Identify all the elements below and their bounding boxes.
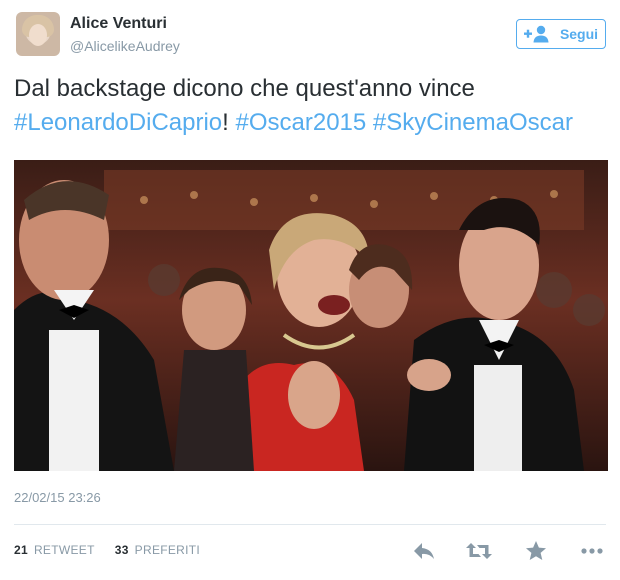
follow-button[interactable]: Segui	[516, 19, 606, 49]
tweet-exclamation: !	[222, 109, 229, 136]
retweets-label[interactable]: RETWEET	[34, 543, 95, 557]
retweets-count[interactable]: 21	[14, 543, 28, 557]
more-icon	[581, 548, 603, 554]
reply-button[interactable]	[412, 540, 436, 562]
more-button[interactable]	[580, 540, 604, 562]
avatar[interactable]	[16, 12, 60, 56]
retweet-icon	[466, 543, 492, 559]
retweet-button[interactable]	[466, 540, 492, 562]
tweet-text: Dal backstage dicono che quest'anno vinc…	[14, 72, 610, 140]
tweet-media-image[interactable]	[14, 160, 608, 471]
tweet-stats: 21 RETWEET 33 PREFERITI	[14, 543, 200, 557]
star-icon	[526, 541, 546, 560]
user-handle[interactable]: @AlicelikeAudrey	[70, 38, 180, 54]
hashtag-leonardodicaprio[interactable]: #LeonardoDiCaprio	[14, 109, 222, 136]
reply-icon	[414, 543, 434, 559]
hashtag-skycinemaoscar[interactable]: #SkyCinemaOscar	[373, 109, 573, 136]
stats-divider	[14, 524, 606, 525]
hashtag-oscar2015[interactable]: #Oscar2015	[235, 109, 366, 136]
follow-button-label: Segui	[559, 26, 599, 42]
tweet-timestamp[interactable]: 22/02/15 23:26	[14, 490, 101, 505]
user-name[interactable]: Alice Venturi	[70, 15, 167, 33]
add-user-icon	[523, 25, 549, 43]
media-illustration	[14, 160, 608, 471]
favorite-button[interactable]	[525, 540, 547, 562]
avatar-face	[29, 24, 47, 46]
tweet-text-plain: Dal backstage dicono che quest'anno vinc…	[14, 75, 475, 102]
favorites-label[interactable]: PREFERITI	[135, 543, 200, 557]
favorites-count[interactable]: 33	[115, 543, 129, 557]
